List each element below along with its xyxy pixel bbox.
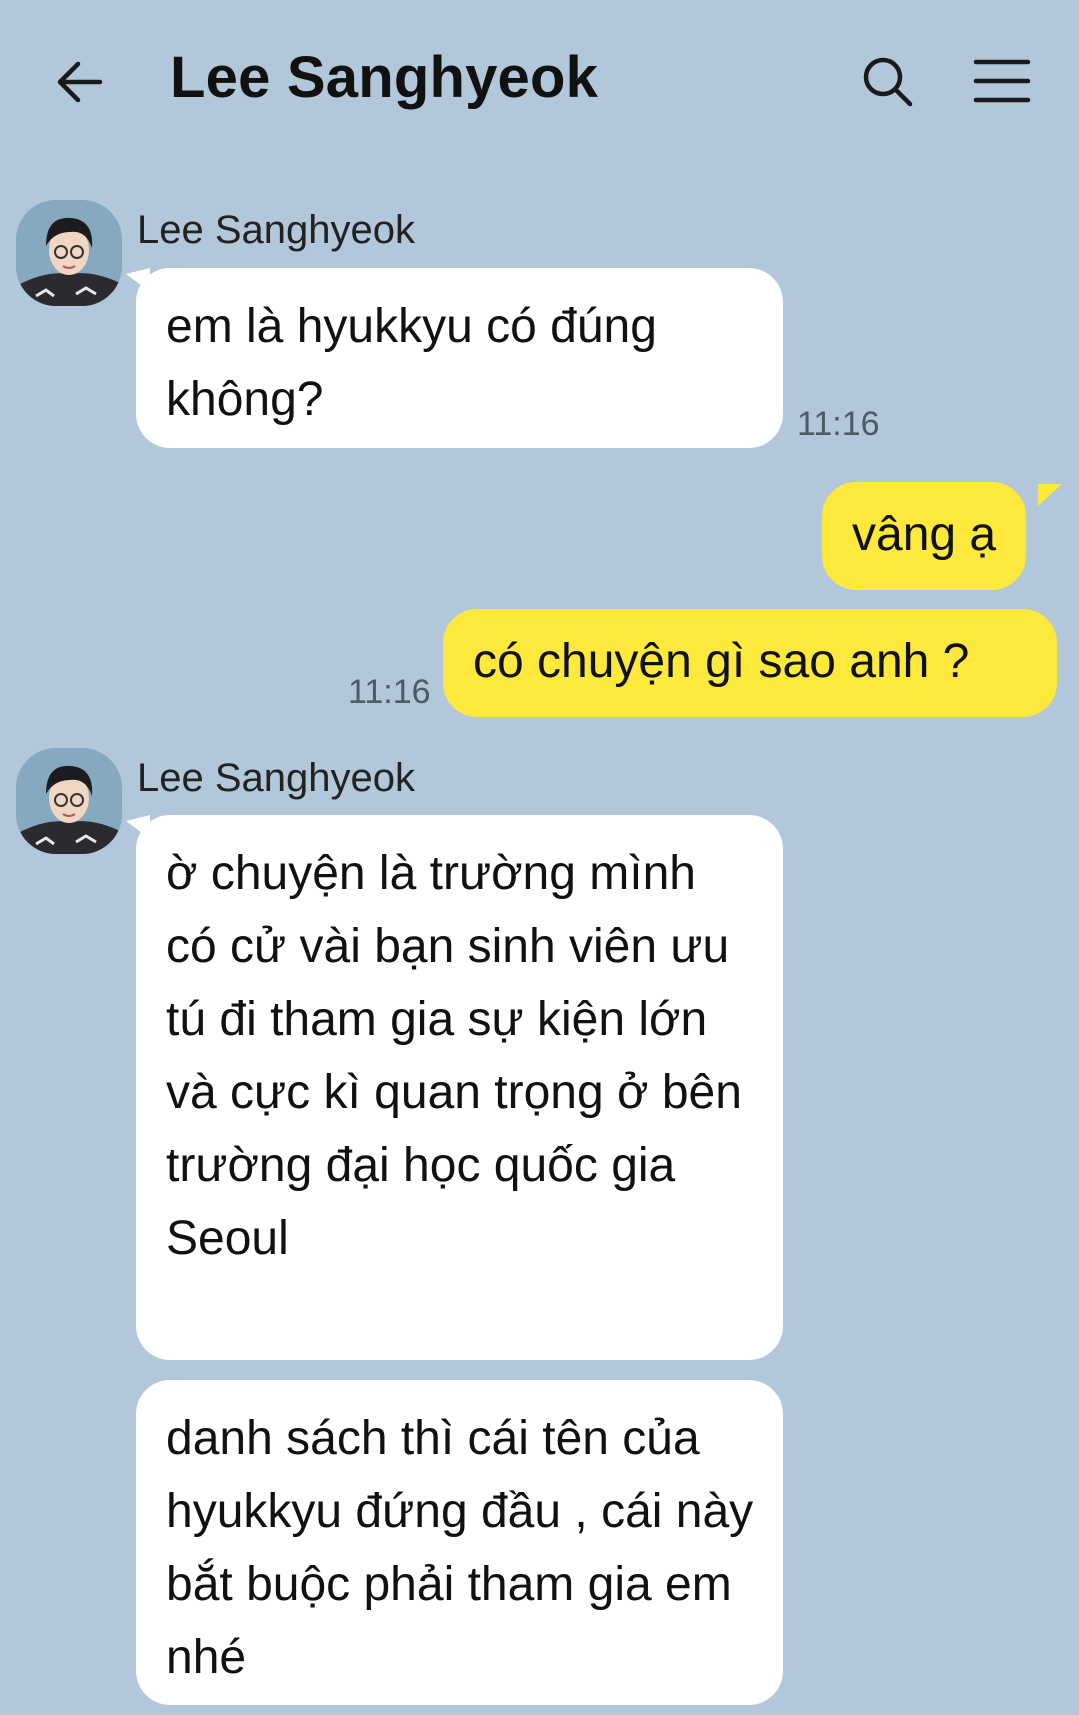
avatar[interactable] <box>16 200 122 306</box>
hamburger-menu-icon[interactable] <box>972 56 1032 106</box>
message-bubble-incoming[interactable]: ờ chuyện là trường mình có cử vài bạn si… <box>136 815 783 1360</box>
message-time: 11:16 <box>348 673 431 711</box>
chat-title: Lee Sanghyeok <box>170 45 599 110</box>
message-bubble-incoming[interactable]: em là hyukkyu có đúng không? <box>136 268 783 448</box>
profile-photo-icon <box>16 748 122 854</box>
arrow-left-icon[interactable] <box>52 54 108 110</box>
message-bubble-outgoing[interactable]: có chuyện gì sao anh ? <box>443 609 1057 717</box>
avatar[interactable] <box>16 748 122 854</box>
bubble-tail <box>1038 484 1062 506</box>
sender-name: Lee Sanghyeok <box>137 208 416 252</box>
profile-photo-icon <box>16 200 122 306</box>
chat-header: Lee Sanghyeok <box>0 0 1079 160</box>
sender-name: Lee Sanghyeok <box>137 756 416 800</box>
message-time: 11:16 <box>797 405 880 443</box>
message-bubble-incoming[interactable]: danh sách thì cái tên của hyukkyu đứng đ… <box>136 1380 783 1705</box>
search-icon[interactable] <box>860 54 916 110</box>
message-bubble-outgoing[interactable]: vâng ạ <box>822 482 1027 590</box>
